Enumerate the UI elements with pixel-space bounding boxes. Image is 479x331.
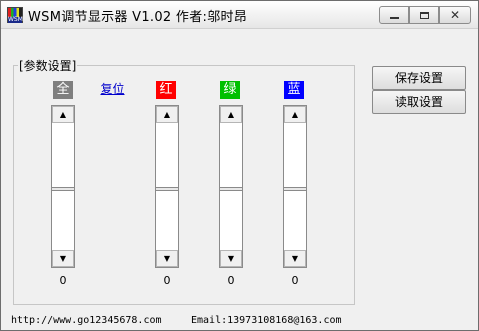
up-arrow-icon: ▲ bbox=[163, 110, 171, 119]
scroll-down-button[interactable]: ▼ bbox=[220, 250, 242, 267]
minimize-button[interactable] bbox=[379, 6, 409, 24]
load-settings-button[interactable]: 读取设置 bbox=[372, 90, 466, 114]
settings-group-label: [参数设置] bbox=[18, 57, 78, 74]
reset-link[interactable]: 复位 bbox=[94, 81, 131, 97]
green-channel-scrollbar[interactable]: ▲ ▼ bbox=[219, 105, 243, 268]
title-bar[interactable]: WSM WSM调节显示器 V1.02 作者:邬时昂 ✕ bbox=[1, 1, 478, 29]
down-arrow-icon: ▼ bbox=[59, 254, 67, 263]
app-icon-caption: WSM bbox=[8, 16, 23, 23]
up-arrow-icon: ▲ bbox=[59, 110, 67, 119]
close-icon: ✕ bbox=[449, 8, 461, 22]
scroll-thumb[interactable] bbox=[156, 187, 178, 191]
red-channel-scrollbar[interactable]: ▲ ▼ bbox=[155, 105, 179, 268]
scroll-thumb[interactable] bbox=[284, 187, 306, 191]
scroll-thumb[interactable] bbox=[52, 187, 74, 191]
app-icon: WSM bbox=[7, 7, 23, 23]
window-title: WSM调节显示器 V1.02 作者:邬时昂 bbox=[28, 10, 248, 25]
up-arrow-icon: ▲ bbox=[291, 110, 299, 119]
blue-channel-value: 0 bbox=[291, 274, 299, 287]
scroll-up-button[interactable]: ▲ bbox=[284, 106, 306, 123]
website-url: http://www.go12345678.com bbox=[11, 315, 162, 326]
maximize-button[interactable] bbox=[409, 6, 439, 24]
green-channel-label: 绿 bbox=[220, 81, 240, 99]
main-window: WSM WSM调节显示器 V1.02 作者:邬时昂 ✕ [参数设置] 全 复位 … bbox=[0, 0, 479, 331]
blue-channel-scrollbar[interactable]: ▲ ▼ bbox=[283, 105, 307, 268]
scroll-down-button[interactable]: ▼ bbox=[284, 250, 306, 267]
scroll-thumb[interactable] bbox=[220, 187, 242, 191]
up-arrow-icon: ▲ bbox=[227, 110, 235, 119]
scroll-up-button[interactable]: ▲ bbox=[156, 106, 178, 123]
all-channel-label: 全 bbox=[53, 81, 73, 99]
scroll-down-button[interactable]: ▼ bbox=[156, 250, 178, 267]
down-arrow-icon: ▼ bbox=[227, 254, 235, 263]
minimize-icon bbox=[389, 16, 399, 19]
save-settings-button[interactable]: 保存设置 bbox=[372, 66, 466, 90]
blue-channel-label: 蓝 bbox=[284, 81, 304, 99]
all-channel-scrollbar[interactable]: ▲ ▼ bbox=[51, 105, 75, 268]
contact-email: Email:13973108168@163.com bbox=[191, 315, 342, 326]
all-channel-value: 0 bbox=[59, 274, 67, 287]
red-channel-label: 红 bbox=[156, 81, 176, 99]
scroll-up-button[interactable]: ▲ bbox=[52, 106, 74, 123]
down-arrow-icon: ▼ bbox=[163, 254, 171, 263]
maximize-icon bbox=[419, 11, 429, 19]
close-button[interactable]: ✕ bbox=[439, 6, 471, 24]
red-channel-value: 0 bbox=[163, 274, 171, 287]
scroll-down-button[interactable]: ▼ bbox=[52, 250, 74, 267]
scroll-up-button[interactable]: ▲ bbox=[220, 106, 242, 123]
down-arrow-icon: ▼ bbox=[291, 254, 299, 263]
green-channel-value: 0 bbox=[227, 274, 235, 287]
